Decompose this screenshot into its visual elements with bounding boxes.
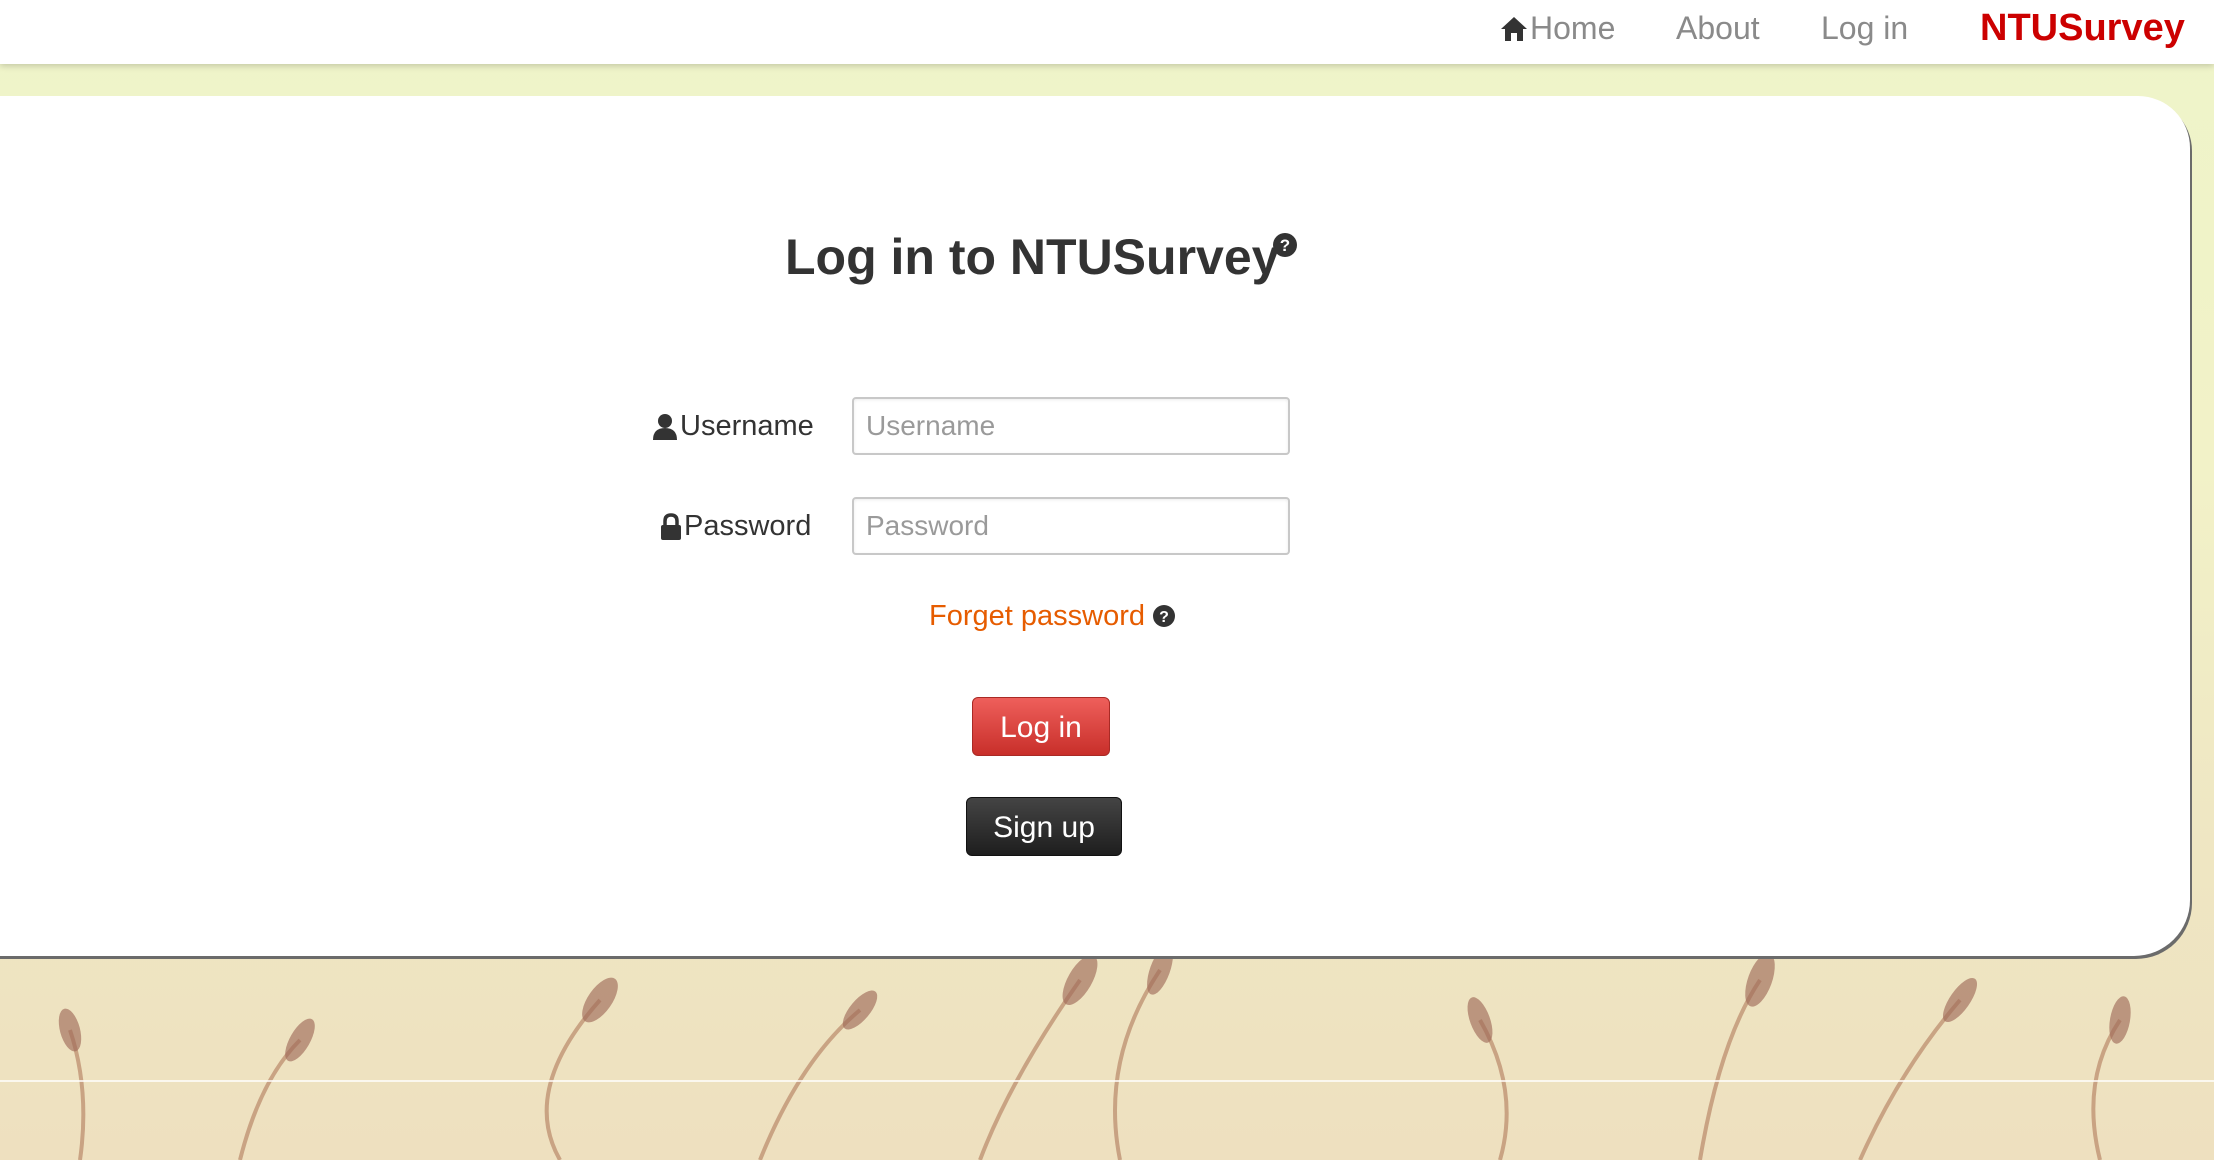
nav-home-label: Home bbox=[1530, 10, 1616, 46]
nav-home-link[interactable]: Home bbox=[1500, 8, 1615, 48]
top-navbar: Home About Log in NTUSurvey bbox=[0, 0, 2214, 64]
question-circle-icon[interactable]: ? bbox=[1272, 232, 1298, 263]
lock-icon bbox=[660, 512, 682, 552]
nav-about-link[interactable]: About bbox=[1676, 8, 1760, 48]
question-circle-icon[interactable]: ? bbox=[1152, 604, 1176, 633]
wheat-field-background bbox=[0, 940, 2214, 1160]
username-input[interactable] bbox=[852, 397, 1290, 455]
signup-button[interactable]: Sign up bbox=[966, 797, 1122, 856]
password-label: Password bbox=[660, 506, 811, 546]
background-divider-line bbox=[0, 1080, 2214, 1082]
brand-logo[interactable]: NTUSurvey bbox=[1980, 6, 2185, 50]
svg-text:?: ? bbox=[1280, 236, 1290, 255]
password-label-text: Password bbox=[684, 510, 812, 542]
svg-text:?: ? bbox=[1159, 609, 1169, 626]
home-icon bbox=[1500, 12, 1528, 52]
username-label: Username bbox=[652, 406, 814, 446]
login-button[interactable]: Log in bbox=[972, 697, 1110, 756]
user-icon bbox=[652, 412, 678, 452]
nav-login-link[interactable]: Log in bbox=[1821, 8, 1908, 48]
password-input[interactable] bbox=[852, 497, 1290, 555]
forgot-password-link[interactable]: Forget password bbox=[929, 596, 1145, 636]
page-title: Log in to NTUSurvey bbox=[785, 229, 1280, 285]
username-label-text: Username bbox=[680, 410, 814, 442]
